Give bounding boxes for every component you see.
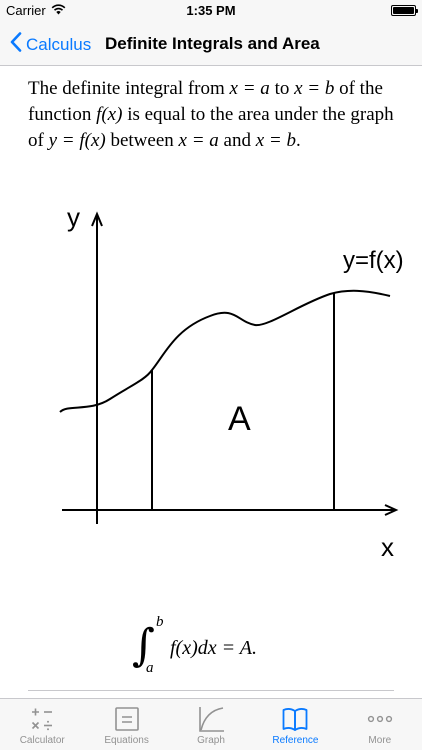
tab-equations[interactable]: Equations bbox=[84, 699, 168, 750]
math-x-eq-b: x = b bbox=[255, 130, 296, 151]
area-label: A bbox=[228, 400, 251, 438]
tab-graph[interactable]: Graph bbox=[169, 699, 253, 750]
page-title: Definite Integrals and Area bbox=[105, 34, 320, 53]
calculator-icon bbox=[28, 705, 56, 733]
tab-more[interactable]: More bbox=[338, 699, 422, 750]
intro-paragraph: The definite integral from x = a to x = … bbox=[28, 76, 398, 154]
math-x-eq-b: x = b bbox=[294, 78, 335, 99]
book-icon bbox=[281, 705, 309, 733]
tab-label: Graph bbox=[197, 735, 225, 746]
status-time: 1:35 PM bbox=[186, 3, 236, 18]
navigation-bar: Calculus Definite Integrals and Area bbox=[0, 22, 422, 66]
function-curve bbox=[59, 289, 391, 413]
curve-label: y=f(x) bbox=[343, 247, 404, 274]
tab-label: Reference bbox=[272, 735, 319, 746]
intro-text: to bbox=[269, 78, 295, 99]
divider bbox=[28, 690, 394, 691]
status-bar: Carrier 1:35 PM bbox=[0, 0, 422, 22]
integral-body: f(x)dx = A. bbox=[170, 637, 257, 659]
area-under-curve-diagram: y x y=f(x) A bbox=[59, 202, 404, 562]
integral-upper-limit: b bbox=[156, 614, 164, 630]
tab-reference[interactable]: Reference bbox=[253, 699, 337, 750]
tab-calculator[interactable]: Calculator bbox=[0, 699, 84, 750]
intro-text: and bbox=[218, 130, 256, 151]
tab-label: More bbox=[368, 735, 392, 746]
x-axis-label: x bbox=[381, 532, 394, 562]
math-x-eq-a: x = a bbox=[178, 130, 219, 151]
math-x-eq-a: x = a bbox=[229, 78, 270, 99]
intro-text: between bbox=[105, 130, 179, 151]
reference-content[interactable]: The definite integral from x = a to x = … bbox=[0, 66, 422, 698]
tab-label: Calculator bbox=[19, 735, 65, 746]
tab-label: Equations bbox=[104, 735, 149, 746]
tab-bar: Calculator Equations Graph Reference Mor… bbox=[0, 698, 422, 750]
integral-lower-limit: a bbox=[146, 660, 154, 674]
back-button-label: Calculus bbox=[26, 34, 92, 54]
equations-icon bbox=[113, 705, 141, 733]
intro-text: The definite integral from bbox=[28, 78, 230, 99]
back-button[interactable]: Calculus bbox=[10, 32, 91, 57]
graph-icon bbox=[197, 705, 225, 733]
battery-icon bbox=[391, 5, 418, 16]
intro-text: . bbox=[295, 130, 301, 151]
integral-formula: ∫ b a f(x)dx = A. bbox=[132, 614, 257, 674]
more-icon bbox=[366, 705, 394, 733]
math-fx: f(x) bbox=[96, 104, 123, 125]
chevron-left-icon bbox=[10, 32, 22, 57]
math-y-eq-fx: y = f(x) bbox=[48, 130, 106, 151]
y-axis-label: y bbox=[67, 202, 80, 232]
